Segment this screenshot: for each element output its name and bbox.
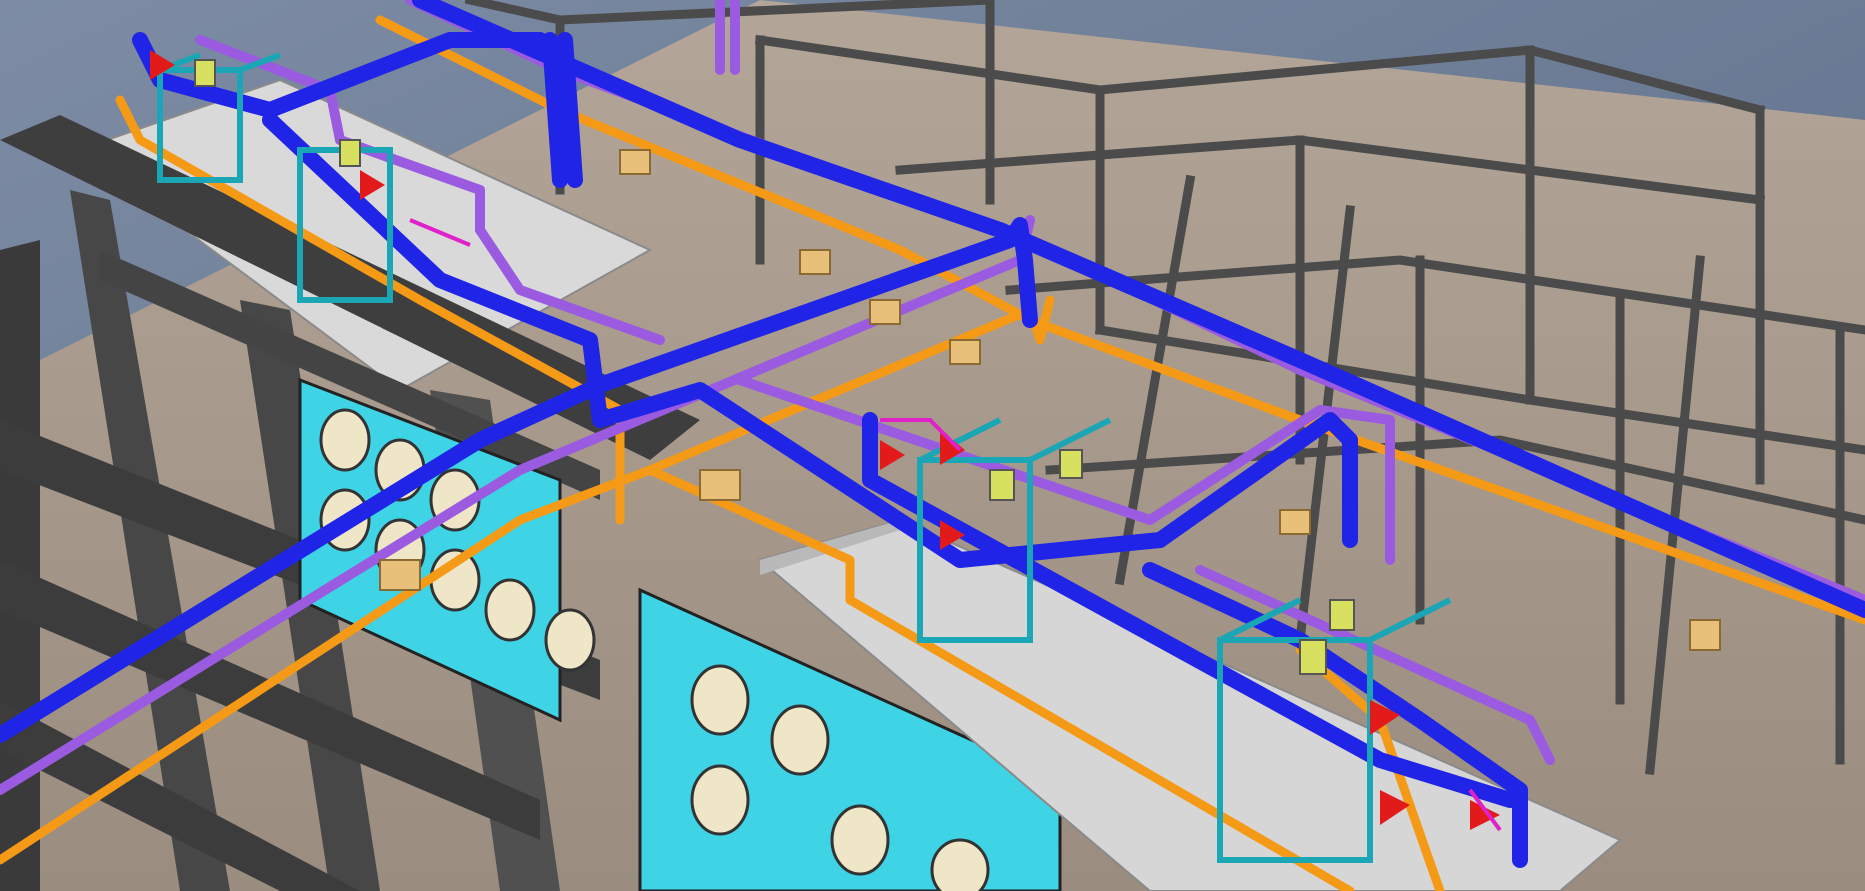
cad-viewport[interactable] <box>0 0 1865 891</box>
scene-svg <box>0 0 1865 891</box>
